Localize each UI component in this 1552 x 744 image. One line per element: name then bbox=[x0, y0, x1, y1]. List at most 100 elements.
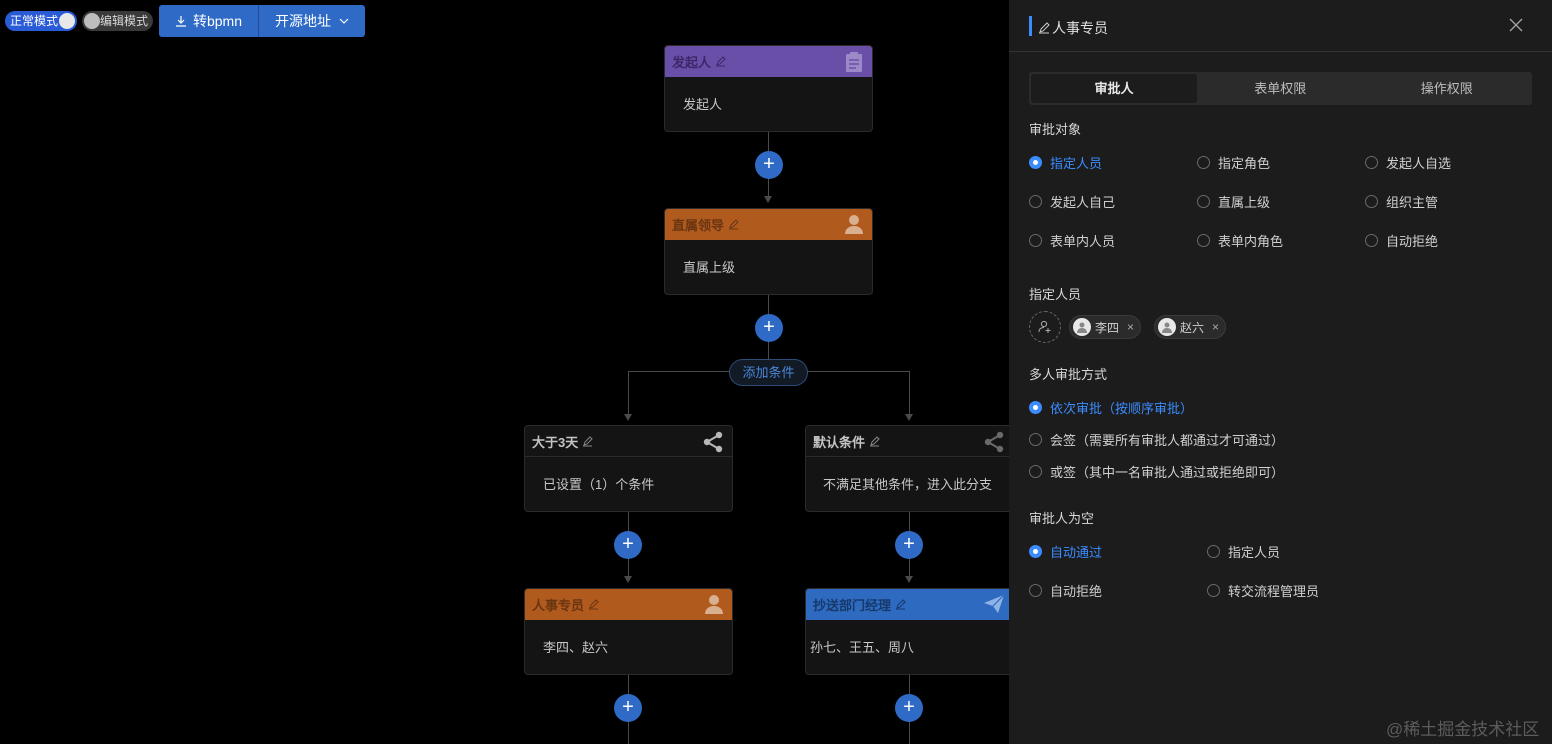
node-title: 人事专员 bbox=[532, 598, 585, 613]
radio-org-head[interactable]: 组织主管 bbox=[1365, 192, 1438, 211]
normal-mode-toggle[interactable]: 正常模式 bbox=[5, 11, 77, 31]
radio-dot bbox=[1197, 156, 1210, 169]
drawer-title[interactable]: 人事专员 bbox=[1038, 18, 1108, 38]
pen-icon bbox=[1038, 22, 1050, 34]
user-icon bbox=[844, 214, 864, 234]
toggle-knob bbox=[84, 13, 100, 29]
watermark: @稀土掘金技术社区 bbox=[1386, 720, 1540, 739]
radio-dot bbox=[1029, 401, 1042, 414]
node-title: 大于3天 bbox=[532, 434, 579, 450]
radio-direct-superior[interactable]: 直属上级 bbox=[1197, 192, 1270, 211]
pen-icon[interactable] bbox=[728, 219, 739, 230]
radio-empty-specified-user[interactable]: 指定人员 bbox=[1207, 542, 1280, 561]
chevron-down-icon bbox=[339, 18, 349, 24]
close-icon[interactable] bbox=[1507, 16, 1525, 34]
user-tag-name: 李四 bbox=[1095, 320, 1120, 335]
pen-icon[interactable] bbox=[895, 599, 906, 610]
radio-dot bbox=[1207, 545, 1220, 558]
node-approver[interactable]: 人事专员 李四、赵六 bbox=[524, 588, 733, 675]
section-title-approval-target: 审批对象 bbox=[1029, 122, 1082, 137]
node-header: 默认条件 bbox=[806, 426, 1013, 457]
radio-sequential[interactable]: 依次审批（按顺序审批） bbox=[1029, 398, 1193, 417]
download-icon bbox=[175, 16, 186, 27]
radio-countersign[interactable]: 会签（需要所有审批人都通过才可通过） bbox=[1029, 430, 1284, 449]
normal-mode-label: 正常模式 bbox=[10, 14, 59, 28]
drawer-tabs: 审批人 表单权限 操作权限 bbox=[1029, 72, 1532, 105]
remove-user-button[interactable]: × bbox=[1127, 320, 1134, 334]
radio-dot bbox=[1029, 156, 1042, 169]
radio-initiator-self[interactable]: 发起人自己 bbox=[1029, 192, 1115, 211]
node-approver[interactable]: 直属领导 直属上级 bbox=[664, 208, 873, 295]
radio-specified-role[interactable]: 指定角色 bbox=[1197, 153, 1270, 172]
tab-form-permission[interactable]: 表单权限 bbox=[1197, 74, 1364, 103]
user-tag: 赵六 × bbox=[1154, 315, 1227, 339]
remove-user-button[interactable]: × bbox=[1212, 320, 1219, 334]
radio-transfer-admin[interactable]: 转交流程管理员 bbox=[1207, 581, 1319, 600]
radio-specified-user[interactable]: 指定人员 bbox=[1029, 153, 1102, 172]
radio-dot bbox=[1365, 156, 1378, 169]
radio-label: 表单内角色 bbox=[1218, 234, 1284, 249]
avatar bbox=[1073, 318, 1091, 336]
section-title-empty-approver: 审批人为空 bbox=[1029, 511, 1095, 526]
open-source-label: 开源地址 bbox=[275, 13, 331, 29]
add-node-button[interactable]: + bbox=[895, 531, 923, 559]
radio-or-sign[interactable]: 或签（其中一名审批人通过或拒绝即可） bbox=[1029, 462, 1284, 481]
node-content: 已设置（1）个条件 bbox=[543, 477, 655, 492]
node-condition[interactable]: 大于3天 已设置（1）个条件 bbox=[524, 425, 733, 512]
radio-dot bbox=[1029, 545, 1042, 558]
add-node-button[interactable]: + bbox=[755, 151, 783, 179]
to-bpmn-button[interactable]: 转bpmn bbox=[159, 5, 259, 37]
node-content: 不满足其他条件，进入此分支 bbox=[823, 477, 993, 492]
node-header: 直属领导 bbox=[665, 209, 872, 240]
add-node-button[interactable]: + bbox=[614, 531, 642, 559]
radio-label: 转交流程管理员 bbox=[1228, 584, 1320, 599]
radio-initiator-choose[interactable]: 发起人自选 bbox=[1365, 153, 1451, 172]
tab-approver[interactable]: 审批人 bbox=[1031, 74, 1197, 103]
add-node-button[interactable]: + bbox=[614, 694, 642, 722]
radio-dot bbox=[1029, 465, 1042, 478]
add-condition-button[interactable]: 添加条件 bbox=[729, 359, 808, 386]
radio-dot bbox=[1029, 234, 1042, 247]
to-bpmn-label: 转bpmn bbox=[192, 13, 243, 29]
add-node-button[interactable]: + bbox=[895, 694, 923, 722]
share-icon bbox=[983, 431, 1005, 453]
open-source-button[interactable]: 开源地址 bbox=[259, 5, 365, 37]
radio-label: 会签（需要所有审批人都通过才可通过） bbox=[1050, 433, 1285, 448]
connector-line bbox=[909, 371, 910, 414]
node-condition-default[interactable]: 默认条件 不满足其他条件，进入此分支 bbox=[805, 425, 1014, 512]
pen-icon[interactable] bbox=[582, 435, 593, 447]
radio-label: 或签（其中一名审批人通过或拒绝即可） bbox=[1050, 465, 1285, 480]
node-header: 发起人 bbox=[665, 46, 872, 77]
radio-auto-approve[interactable]: 自动通过 bbox=[1029, 542, 1102, 561]
node-settings-drawer: 人事专员 审批人 表单权限 操作权限 审批对象 指定人员 指定角色 发起人自选 … bbox=[1009, 0, 1552, 744]
node-title: 默认条件 bbox=[813, 434, 866, 450]
radio-label: 发起人自己 bbox=[1050, 195, 1116, 210]
connector-arrow bbox=[764, 196, 772, 203]
radio-form-user[interactable]: 表单内人员 bbox=[1029, 231, 1115, 250]
add-user-button[interactable] bbox=[1029, 311, 1061, 343]
title-accent-bar bbox=[1029, 16, 1032, 36]
tab-operation-permission[interactable]: 操作权限 bbox=[1364, 74, 1531, 103]
node-initiator[interactable]: 发起人 发起人 bbox=[664, 45, 873, 132]
radio-label: 发起人自选 bbox=[1386, 156, 1452, 171]
radio-form-role[interactable]: 表单内角色 bbox=[1197, 231, 1283, 250]
pen-icon[interactable] bbox=[588, 599, 599, 610]
pen-icon[interactable] bbox=[869, 435, 880, 447]
user-icon bbox=[704, 594, 724, 614]
edit-mode-toggle[interactable]: 编辑模式 bbox=[82, 11, 153, 31]
node-cc[interactable]: 抄送部门经理 孙七、王五、周八 bbox=[805, 588, 1014, 675]
radio-label: 指定角色 bbox=[1218, 156, 1271, 171]
pen-icon[interactable] bbox=[715, 56, 726, 67]
radio-auto-reject[interactable]: 自动拒绝 bbox=[1365, 231, 1438, 250]
radio-empty-auto-reject[interactable]: 自动拒绝 bbox=[1029, 581, 1102, 600]
connector-arrow bbox=[624, 414, 632, 421]
node-header: 抄送部门经理 bbox=[806, 589, 1013, 620]
connector-arrow bbox=[905, 414, 913, 421]
section-title-multi-mode: 多人审批方式 bbox=[1029, 367, 1108, 382]
add-node-button[interactable]: + bbox=[755, 314, 783, 342]
node-header: 大于3天 bbox=[525, 426, 732, 457]
toggle-knob bbox=[59, 13, 75, 29]
radio-dot bbox=[1029, 195, 1042, 208]
clipboard-icon bbox=[844, 51, 864, 73]
user-tag-name: 赵六 bbox=[1180, 320, 1205, 335]
